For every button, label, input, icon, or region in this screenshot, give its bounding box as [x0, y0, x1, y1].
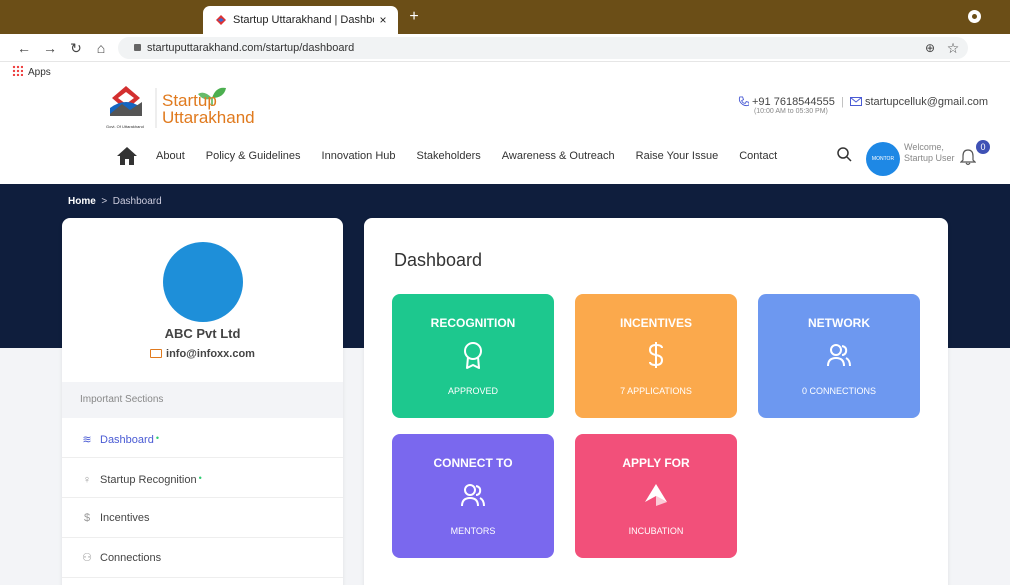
nav-stakeholders[interactable]: Stakeholders [417, 150, 481, 162]
award-icon [464, 342, 482, 369]
logo-seal-text: Govt. Of Uttarakhand [106, 124, 144, 129]
dollar-icon [648, 342, 664, 368]
address-bar[interactable]: startuputtarakhand.com/startup/dashboard [118, 37, 968, 59]
bell-icon[interactable] [960, 148, 976, 166]
home-nav-icon[interactable]: ⌂ [91, 38, 111, 58]
notification-badge: 0 [976, 140, 990, 154]
nav-contact[interactable]: Contact [739, 150, 777, 162]
tile-connect-mentors[interactable]: CONNECT TO MENTORS [392, 434, 554, 558]
site-header: Govt. Of Uttarakhand Startup Uttarakhand… [0, 84, 1010, 184]
dashboard-card: Dashboard RECOGNITION APPROVED INCENTIVE… [364, 218, 948, 585]
bookmarks-bar: Apps [0, 62, 1010, 84]
users-icon [827, 344, 851, 367]
status-dot: • [155, 433, 159, 443]
phone-icon [738, 96, 750, 107]
tile-subtitle: 7 APPLICATIONS [620, 386, 692, 396]
breadcrumb-current: Dashboard [112, 196, 162, 207]
url-text: startuputtarakhand.com/startup/dashboard [147, 42, 355, 54]
award-icon: ♀ [82, 474, 92, 486]
welcome-line-2: Startup User [904, 153, 955, 163]
tab-title: Startup Uttarakhand | Dashboard [233, 14, 374, 26]
users-icon [461, 484, 485, 507]
nav-about[interactable]: About [156, 150, 185, 162]
browser-profile-icon[interactable] [968, 10, 981, 23]
logo-text: Startup Uttarakhand [162, 92, 255, 126]
profile-card: ABC Pvt Ltd info@infoxx.com Important Se… [62, 218, 343, 585]
tile-network[interactable]: NETWORK 0 CONNECTIONS [758, 294, 920, 418]
browser-toolbar: ← → ↻ ⌂ startuputtarakhand.com/startup/d… [0, 34, 1010, 62]
sidebar-item-label: Dashboard [100, 434, 154, 446]
envelope-icon [150, 349, 163, 358]
home-icon[interactable] [116, 146, 138, 166]
sidebar-item-connections[interactable]: ⚇ Connections [62, 538, 343, 578]
office-hours: (10:00 AM to 05:30 PM) [753, 108, 828, 115]
contact-email[interactable]: startupcelluk@gmail.com [865, 96, 988, 108]
tile-subtitle: APPROVED [447, 386, 498, 396]
contact-info: +91 7618544555 | startupcelluk@gmail.com… [738, 96, 988, 115]
company-name: ABC Pvt Ltd [164, 326, 241, 341]
main-nav: About Policy & Guidelines Innovation Hub… [116, 144, 798, 168]
sidebar-item-label: Incentives [100, 512, 150, 524]
lock-icon [134, 44, 141, 51]
breadcrumb-separator: > [101, 196, 108, 207]
tile-title: NETWORK [808, 316, 870, 330]
nav-policy-guidelines[interactable]: Policy & Guidelines [206, 150, 301, 162]
tile-title: APPLY FOR [622, 456, 690, 470]
mail-icon [849, 97, 862, 106]
browser-tab[interactable]: Startup Uttarakhand | Dashboard × [203, 6, 398, 34]
tile-apply-incubation[interactable]: APPLY FOR INCUBATION [575, 434, 737, 558]
breadcrumb-home[interactable]: Home [68, 196, 96, 207]
logo-line-1: Startup [162, 91, 217, 110]
sidebar-item-incentives[interactable]: $ Incentives [62, 498, 343, 538]
dollar-icon: $ [83, 512, 91, 524]
reload-icon[interactable]: ↻ [66, 38, 86, 58]
tile-incentives[interactable]: INCENTIVES 7 APPLICATIONS [575, 294, 737, 418]
bookmark-star-icon[interactable]: ☆ [943, 38, 963, 58]
tile-title: RECOGNITION [430, 316, 516, 330]
nav-awareness-outreach[interactable]: Awareness & Outreach [502, 150, 615, 162]
sidebar-item-dashboard[interactable]: ≋ Dashboard • [62, 418, 343, 458]
nav-raise-your-issue[interactable]: Raise Your Issue [636, 150, 719, 162]
tab-close-icon[interactable]: × [374, 13, 392, 27]
tile-subtitle: INCUBATION [628, 526, 684, 536]
browser-tab-bar: Startup Uttarakhand | Dashboard × + [0, 0, 1010, 34]
welcome-text[interactable]: Welcome, Startup User [904, 142, 955, 164]
zoom-icon[interactable]: ⊕ [920, 38, 940, 58]
tile-recognition[interactable]: RECOGNITION APPROVED [392, 294, 554, 418]
user-avatar[interactable]: MONTOR [866, 142, 900, 176]
tile-subtitle: 0 CONNECTIONS [801, 386, 876, 396]
status-dot: • [198, 473, 202, 483]
sections-title: Important Sections [62, 382, 343, 418]
welcome-line-1: Welcome, [904, 142, 944, 152]
sidebar-item-label: Startup Recognition [100, 474, 197, 486]
logo-line-2: Uttarakhand [162, 108, 255, 127]
sidebar-item-label: Connections [100, 552, 162, 564]
tile-title: INCENTIVES [619, 316, 692, 330]
apps-grid-icon[interactable] [12, 65, 23, 76]
back-icon[interactable]: ← [14, 38, 34, 58]
search-icon[interactable] [836, 146, 852, 162]
apps-label[interactable]: Apps [28, 67, 51, 78]
nav-innovation-hub[interactable]: Innovation Hub [322, 150, 396, 162]
incubation-icon [645, 484, 667, 506]
forward-icon[interactable]: → [40, 38, 60, 58]
new-tab-button[interactable]: + [404, 8, 424, 26]
layers-icon: ≋ [82, 434, 92, 446]
page-title: Dashboard [394, 250, 483, 270]
tile-subtitle: MENTORS [450, 526, 496, 536]
site-favicon-icon [216, 15, 226, 25]
breadcrumb: Home > Dashboard [68, 196, 162, 207]
company-avatar [163, 242, 243, 322]
users-icon: ⚇ [82, 552, 92, 564]
phone-number[interactable]: +91 7618544555 [752, 96, 835, 108]
company-email-text: info@infoxx.com [166, 348, 255, 360]
sidebar-item-startup-recognition[interactable]: ♀ Startup Recognition • [62, 458, 343, 498]
company-email: info@infoxx.com [62, 348, 343, 360]
tile-title: CONNECT TO [433, 456, 513, 470]
